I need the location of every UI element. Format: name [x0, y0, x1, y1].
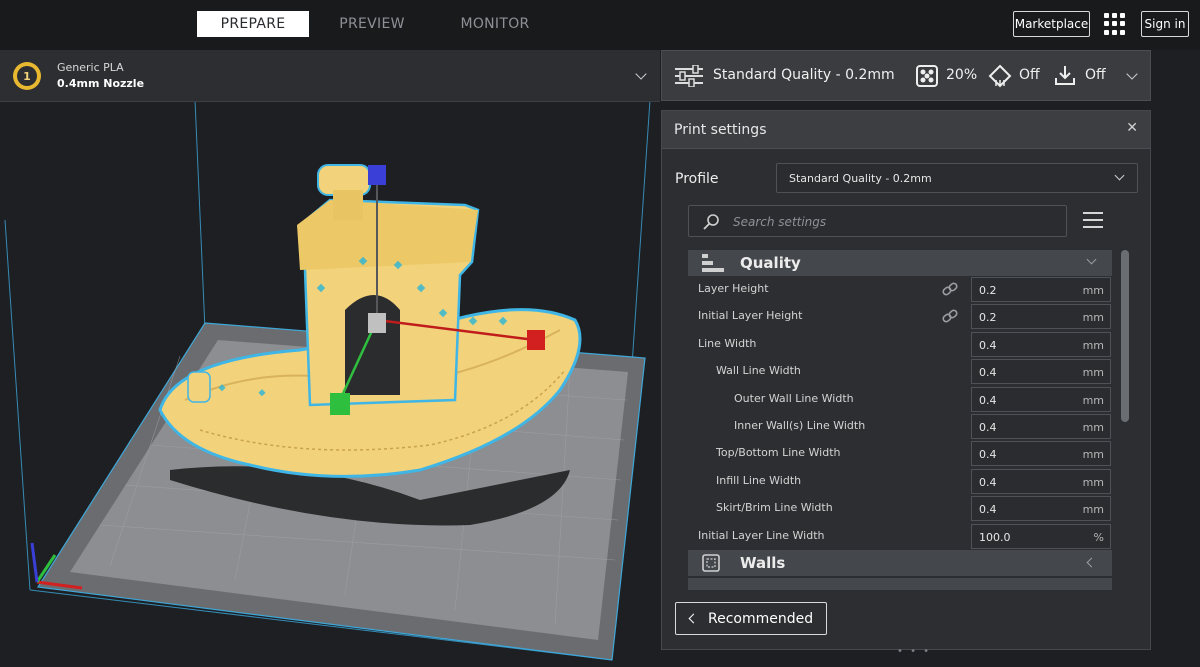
- setting-row: Initial Layer Height 0.2 mm: [688, 303, 1112, 330]
- infill-icon: [916, 65, 938, 87]
- quality-profile-label: Standard Quality - 0.2mm: [713, 67, 895, 83]
- setting-row: Outer Wall Line Width 0.4 mm: [688, 386, 1112, 413]
- tab-prepare[interactable]: PREPARE: [197, 11, 309, 37]
- setting-label: Inner Wall(s) Line Width: [734, 418, 866, 432]
- tab-preview[interactable]: PREVIEW: [322, 11, 422, 37]
- chevron-down-icon: [1114, 170, 1125, 181]
- menu-icon[interactable]: [1083, 212, 1103, 230]
- walls-icon: [702, 554, 720, 572]
- print-settings-panel: Print settings ✕ Profile Standard Qualit…: [661, 110, 1151, 657]
- marketplace-button[interactable]: Marketplace: [1013, 11, 1090, 37]
- category-walls[interactable]: Walls: [688, 549, 1112, 576]
- chevron-left-icon: [1086, 557, 1097, 568]
- x-axis-handle[interactable]: [527, 330, 545, 350]
- support-value: Off: [1019, 67, 1040, 83]
- link-icon[interactable]: [942, 309, 958, 323]
- infill-value: 20%: [946, 67, 978, 83]
- print-settings-summary-bar[interactable]: Standard Quality - 0.2mm 20% Off Off: [661, 50, 1151, 101]
- profile-dropdown[interactable]: Standard Quality - 0.2mm: [776, 163, 1138, 193]
- setting-value-field[interactable]: 100.0%: [971, 523, 1111, 549]
- sliders-icon: [675, 65, 703, 87]
- top-navigation-bar: PREPARE PREVIEW MONITOR Marketplace Sign…: [0, 0, 1200, 50]
- adhesion-icon: [1055, 66, 1075, 85]
- setting-value-field[interactable]: 0.2 mm: [971, 277, 1111, 302]
- settings-scrollbar[interactable]: [1121, 250, 1129, 590]
- tab-monitor[interactable]: MONITOR: [445, 11, 545, 37]
- quality-icon: [702, 254, 724, 272]
- print-settings-header: Print settings ✕: [662, 111, 1150, 149]
- setting-value-field[interactable]: 0.4 mm: [971, 386, 1111, 412]
- setting-value-field[interactable]: 0.2 mm: [971, 304, 1111, 330]
- setting-label: Initial Layer Height: [698, 309, 803, 323]
- category-quality[interactable]: Quality: [688, 250, 1112, 276]
- panel-title: Print settings: [674, 122, 767, 138]
- setting-row: Infill Line Width 0.4 mm: [688, 468, 1112, 495]
- setting-label: Infill Line Width: [716, 473, 802, 487]
- settings-list: Quality Layer Height 0.2 mm Initial Layer…: [688, 250, 1112, 590]
- setting-label: Skirt/Brim Line Width: [716, 501, 833, 515]
- y-axis-handle[interactable]: [330, 393, 350, 415]
- setting-label: Top/Bottom Line Width: [716, 446, 841, 460]
- setting-row: Initial Layer Line Width 100.0%: [688, 523, 1112, 550]
- setting-label: Outer Wall Line Width: [734, 391, 854, 405]
- search-icon: [703, 214, 719, 230]
- setting-label: Line Width: [698, 336, 757, 350]
- link-icon[interactable]: [942, 282, 958, 296]
- material-name: Generic PLA: [57, 61, 124, 74]
- setting-value-field[interactable]: 0.4 mm: [971, 468, 1111, 494]
- extruder-selector[interactable]: 1 Generic PLA 0.4mm Nozzle: [0, 50, 660, 102]
- nozzle-size: 0.4mm Nozzle: [57, 77, 145, 90]
- grid-icon[interactable]: [1104, 13, 1126, 35]
- category-next[interactable]: [688, 577, 1112, 590]
- search-settings-input[interactable]: Search settings: [688, 205, 1067, 237]
- setting-label: Layer Height: [698, 282, 769, 295]
- chevron-down-icon[interactable]: [1126, 68, 1138, 80]
- extruder-badge: 1: [13, 62, 41, 90]
- setting-row: Skirt/Brim Line Width 0.4 mm: [688, 495, 1112, 522]
- close-icon[interactable]: ✕: [1126, 120, 1138, 136]
- setting-row: Line Width 0.4 mm: [688, 331, 1112, 358]
- sign-in-button[interactable]: Sign in: [1141, 11, 1189, 37]
- setting-value-field[interactable]: 0.4 mm: [971, 359, 1111, 385]
- setting-row: Top/Bottom Line Width 0.4 mm: [688, 440, 1112, 467]
- setting-value-field[interactable]: 0.4 mm: [971, 413, 1111, 439]
- profile-label: Profile: [675, 171, 719, 187]
- setting-label: Initial Layer Line Width: [698, 528, 825, 542]
- chevron-down-icon[interactable]: [635, 68, 647, 80]
- z-axis-handle[interactable]: [368, 165, 386, 185]
- setting-value-field[interactable]: 0.4 mm: [971, 496, 1111, 522]
- scrollbar-thumb[interactable]: [1121, 250, 1129, 422]
- setting-row: Inner Wall(s) Line Width 0.4 mm: [688, 413, 1112, 440]
- adhesion-value: Off: [1085, 67, 1106, 83]
- setting-row: Layer Height 0.2 mm: [688, 276, 1112, 303]
- setting-value-field[interactable]: 0.4 mm: [971, 441, 1111, 467]
- resize-grip-icon[interactable]: • • •: [897, 646, 931, 657]
- setting-row: Wall Line Width 0.4 mm: [688, 358, 1112, 385]
- chevron-down-icon: [1086, 254, 1097, 265]
- support-icon: [988, 64, 1012, 88]
- setting-value-field[interactable]: 0.4 mm: [971, 331, 1111, 357]
- recommended-button[interactable]: Recommended: [675, 602, 827, 635]
- chevron-left-icon: [688, 613, 699, 624]
- setting-label: Wall Line Width: [716, 364, 801, 378]
